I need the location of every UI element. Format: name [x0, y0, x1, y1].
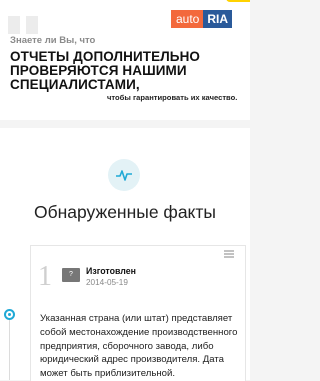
timeline-dot — [4, 309, 15, 320]
fact-type-badge: ? — [62, 268, 80, 282]
quote-decoration — [8, 16, 42, 36]
facts-section-title: Обнаруженные факты — [33, 202, 217, 222]
fact-title: Изготовлен — [86, 266, 136, 276]
pulse-icon — [116, 170, 132, 181]
vin-search-input[interactable] — [24, 0, 184, 1]
timeline-line — [9, 310, 10, 380]
banner-headline: ОТЧЕТЫ ДОПОЛНИТЕЛЬНО ПРОВЕРЯЮТСЯ НАШИМИ … — [10, 49, 201, 92]
facts-icon-circle — [108, 159, 140, 191]
logo-ria-text: RIA — [203, 10, 233, 28]
info-banner: auto RIA Знаете ли Вы, что ОТЧЕТЫ ДОПОЛН… — [0, 0, 250, 120]
banner-tagline: Знаете ли Вы, что — [10, 35, 96, 46]
fact-number: 1 — [38, 261, 52, 292]
logo-auto-text: auto — [171, 10, 204, 28]
banner-subline: чтобы гарантировать их качество. — [107, 93, 238, 102]
fact-date: 2014-05-19 — [86, 278, 128, 287]
search-bar — [0, 0, 250, 10]
search-button[interactable] — [226, 0, 250, 2]
autoria-logo[interactable]: auto RIA — [171, 10, 233, 28]
fact-description: Указанная страна (или штат) представляет… — [40, 313, 238, 380]
stack-icon — [224, 250, 234, 260]
